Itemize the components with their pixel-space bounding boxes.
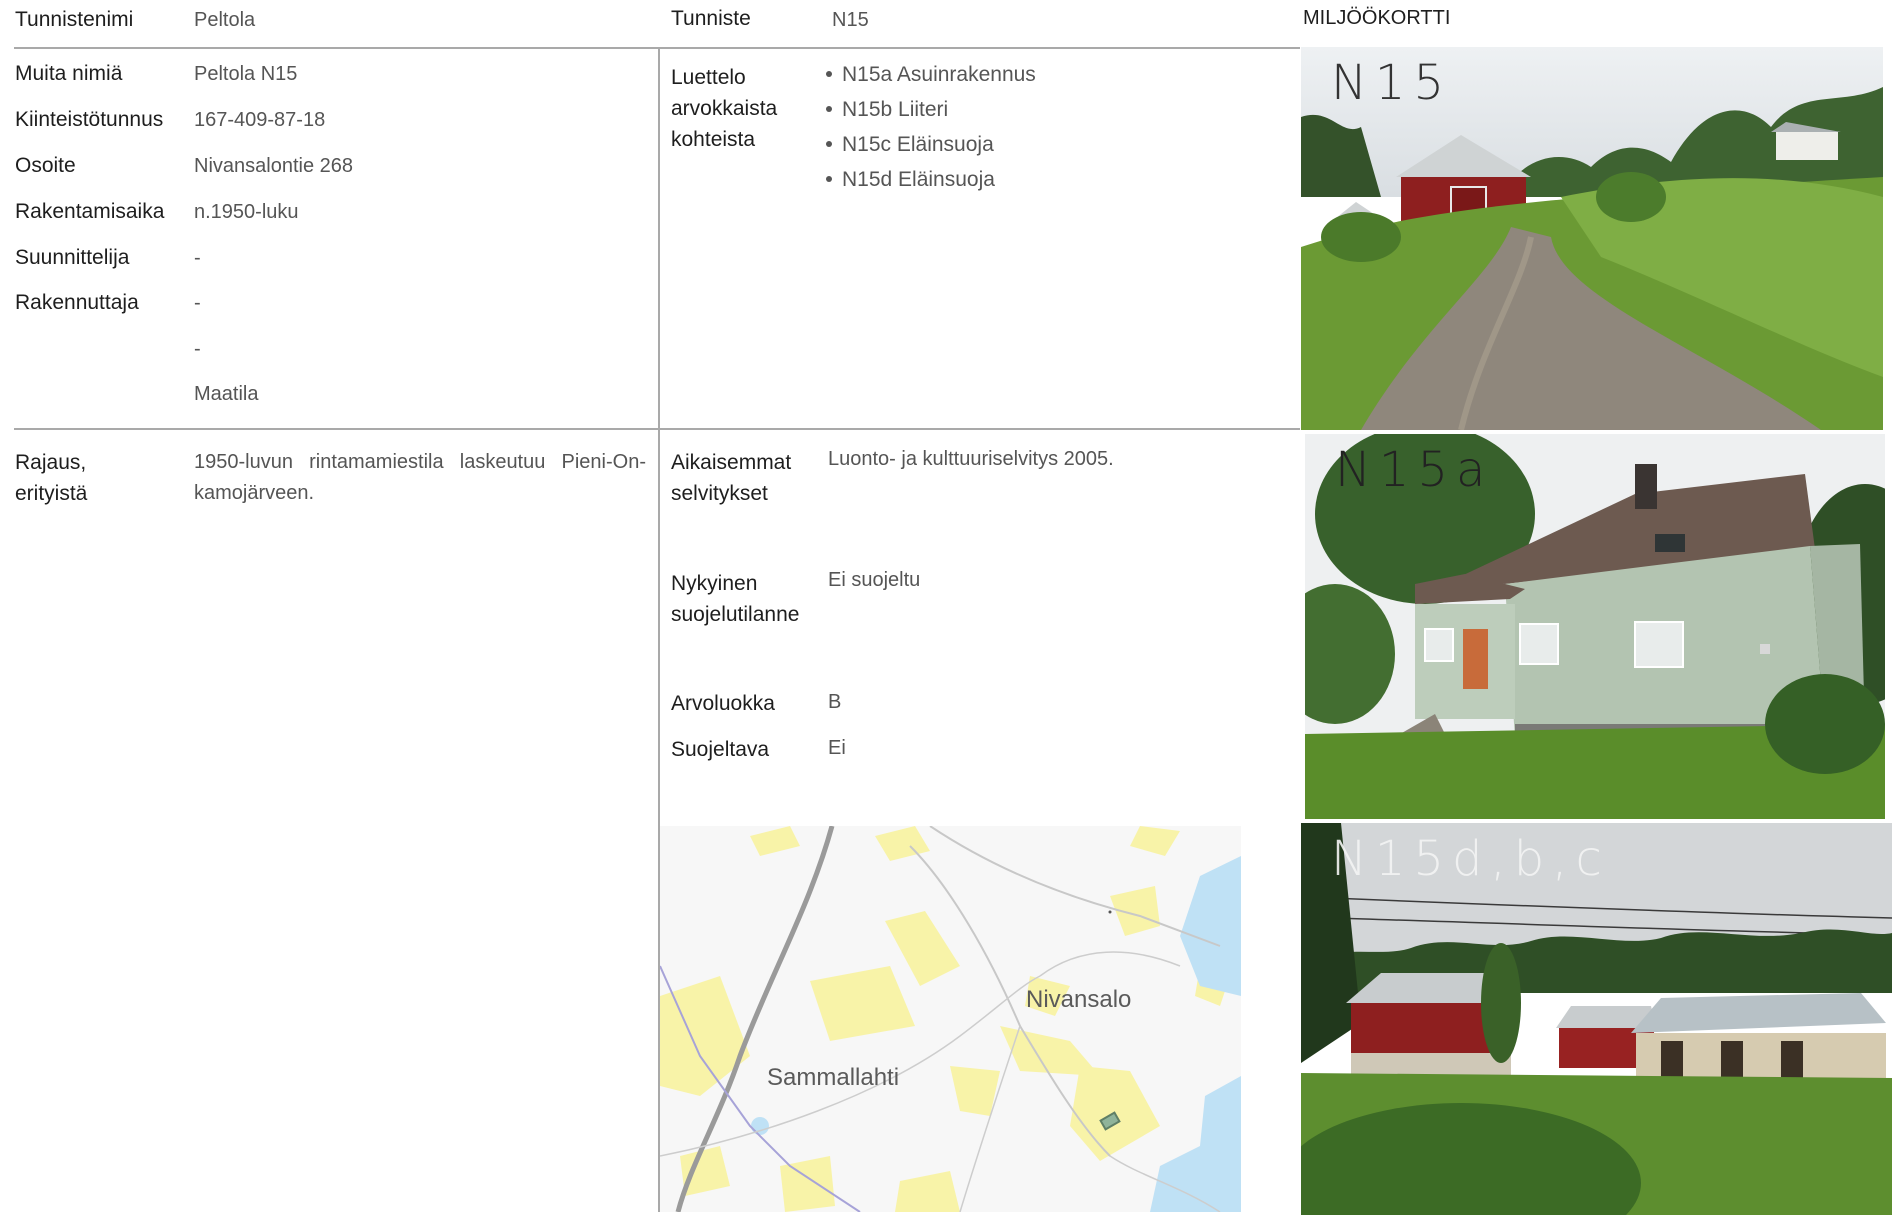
field-value: - xyxy=(194,292,201,314)
label-line: Nykyinen xyxy=(671,572,758,595)
list-item-text: N15d Eläinsuoja xyxy=(842,168,995,191)
field-label: Muita nimiä xyxy=(15,62,123,85)
field-value: Peltola N15 xyxy=(194,63,298,85)
field-label: Osoite xyxy=(15,154,76,177)
list-label-line: arvokkaista xyxy=(671,97,778,120)
list-item-text: N15b Liiteri xyxy=(842,98,949,121)
field-value: - xyxy=(194,247,201,269)
bullet-icon xyxy=(826,71,832,77)
label-line: selvitykset xyxy=(671,482,768,505)
field-value: n.1950-luku xyxy=(194,201,299,223)
field-label: Kiinteistötunnus xyxy=(15,108,164,131)
name-value: Peltola xyxy=(194,9,256,31)
field-value: Nivansalontie 268 xyxy=(194,155,353,177)
card-title: MILJÖÖKORTTI xyxy=(1303,7,1451,29)
bullet-icon xyxy=(826,106,832,112)
map-graphic xyxy=(660,826,1241,1212)
photo-n15: N15 xyxy=(1301,47,1883,430)
photo-label: N15 xyxy=(1331,55,1452,111)
list-item: N15d Eläinsuoja xyxy=(822,162,1036,197)
value-class-label: Arvoluokka xyxy=(671,692,775,715)
section-divider xyxy=(14,428,1300,430)
label-line: suojelutilanne xyxy=(671,603,800,626)
list-item-text: N15c Eläinsuoja xyxy=(842,133,994,156)
valuable-objects-list: N15a Asuinrakennus N15b Liiteri N15c Elä… xyxy=(822,57,1036,197)
map-label-nivansalo: Nivansalo xyxy=(1026,986,1132,1013)
field-label: Suunnittelija xyxy=(15,246,130,269)
bullet-icon xyxy=(826,141,832,147)
rajaus-text: 1950-luvun rintamamiestila laskeutuu Pie… xyxy=(194,447,646,509)
field-label: Rakentamisaika xyxy=(15,200,165,223)
name-label: Tunnistenimi xyxy=(15,8,134,31)
value-class-value: B xyxy=(828,691,842,713)
list-item-text: N15a Asuinrakennus xyxy=(842,63,1036,86)
bullet-icon xyxy=(826,176,832,182)
protection-status-label: Nykyinen suojelutilanne xyxy=(671,568,799,630)
label-line: Aikaisemmat xyxy=(671,451,792,474)
photo-label: N15a xyxy=(1335,442,1494,498)
earlier-surveys-value: Luonto- ja kulttuuriselvitys 2005. xyxy=(828,448,1114,470)
field-value: - xyxy=(194,338,201,360)
photo-n15a: N15a xyxy=(1305,434,1885,819)
photo-label: N15d,b,c xyxy=(1331,831,1610,887)
protect-value: Ei xyxy=(828,737,846,759)
list-label-line: Luettelo xyxy=(671,66,746,89)
id-value: N15 xyxy=(832,9,869,31)
list-item: N15c Eläinsuoja xyxy=(822,127,1036,162)
earlier-surveys-label: Aikaisemmat selvitykset xyxy=(671,447,791,509)
location-map[interactable]: Nivansalo Sammallahti xyxy=(660,826,1241,1212)
field-value: 167-409-87-18 xyxy=(194,109,326,131)
list-item: N15b Liiteri xyxy=(822,92,1036,127)
rajaus-text-line: 1950-luvun rintamamiestila laskeutuu Pie… xyxy=(194,451,646,473)
id-label: Tunniste xyxy=(671,7,751,30)
field-label: Rakennuttaja xyxy=(15,291,139,314)
protect-label: Suojeltava xyxy=(671,738,770,761)
rajaus-text-line: kamojärveen. xyxy=(194,482,315,504)
field-value: Maatila xyxy=(194,383,259,405)
protection-status-value: Ei suojeltu xyxy=(828,569,921,591)
rajaus-label: Rajaus, erityistä xyxy=(15,447,87,509)
list-label: Luettelo arvokkaista kohteista xyxy=(671,62,777,155)
rajaus-label-line: Rajaus, xyxy=(15,451,87,474)
header-divider xyxy=(14,47,1300,49)
map-label-sammallahti: Sammallahti xyxy=(767,1064,900,1091)
rajaus-label-line: erityistä xyxy=(15,482,88,505)
list-label-line: kohteista xyxy=(671,128,756,151)
list-item: N15a Asuinrakennus xyxy=(822,57,1036,92)
photo-n15dbc: N15d,b,c xyxy=(1301,823,1892,1215)
